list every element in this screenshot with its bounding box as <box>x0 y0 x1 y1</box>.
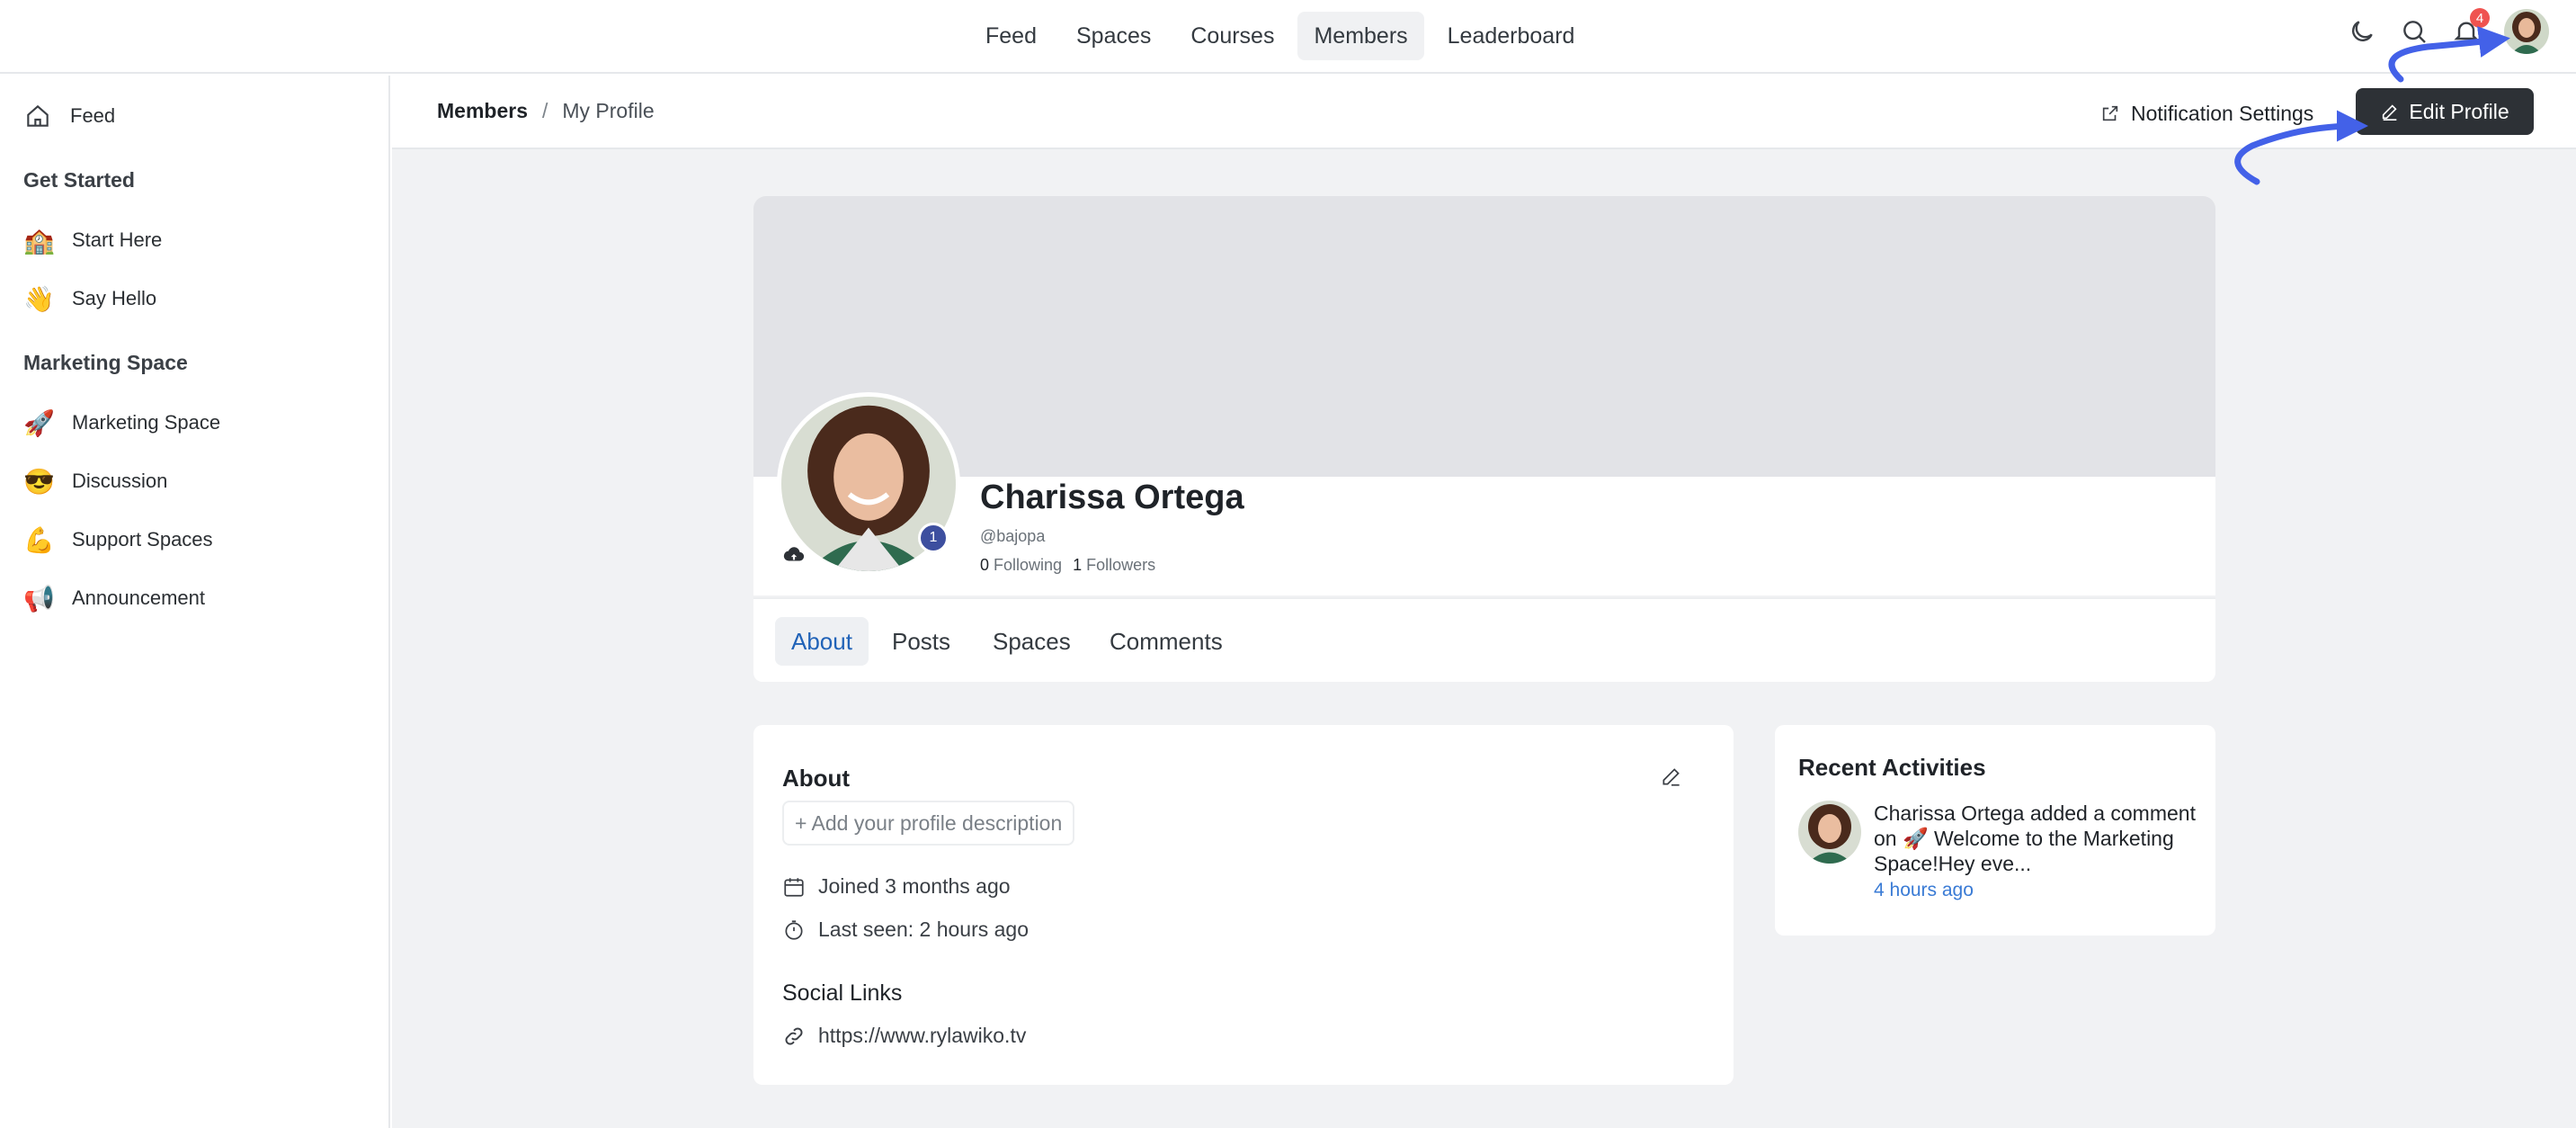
about-title: About <box>782 765 851 792</box>
edit-profile-button[interactable]: Edit Profile <box>2356 88 2534 135</box>
activity-text: Charissa Ortega added a comment on 🚀 Wel… <box>1874 801 2197 876</box>
followers-label: Followers <box>1086 556 1156 574</box>
edit-about-pencil-icon[interactable] <box>1660 765 1683 788</box>
breadcrumb: Members / My Profile <box>437 99 655 123</box>
topnav-leaderboard[interactable]: Leaderboard <box>1431 12 1591 60</box>
main-content: Members / My Profile Notification Settin… <box>392 76 2576 1128</box>
last-seen-text: Last seen: 2 hours ago <box>818 918 1029 941</box>
sidebar-item-label: Feed <box>70 104 116 127</box>
avatar-image <box>2504 9 2549 54</box>
search-icon[interactable] <box>2400 17 2429 46</box>
top-bar: Feed Spaces Courses Members Leaderboard … <box>0 0 2576 74</box>
flexed-biceps-emoji-icon: 💪 <box>23 525 55 554</box>
profile-stats: 0 Following 1 Followers <box>980 556 1155 575</box>
top-icons: 4 <box>2348 8 2549 54</box>
megaphone-emoji-icon: 📢 <box>23 584 55 613</box>
sunglasses-emoji-icon: 😎 <box>23 467 55 496</box>
activity-avatar-image <box>1798 801 1861 864</box>
tab-spaces[interactable]: Spaces <box>976 617 1087 666</box>
tab-comments[interactable]: Comments <box>1093 617 1239 666</box>
about-card: About + Add your profile description Joi… <box>753 725 1734 1085</box>
sidebar-item-label: Marketing Space <box>72 411 221 434</box>
joined-row: Joined 3 months ago <box>782 874 1011 899</box>
sidebar-item-label: Discussion <box>72 470 168 492</box>
edit-profile-label: Edit Profile <box>2409 99 2509 123</box>
cloud-upload-icon[interactable] <box>782 543 806 567</box>
activity-actor[interactable]: Charissa Ortega <box>1874 801 2024 825</box>
breadcrumb-separator: / <box>541 99 548 122</box>
moon-icon[interactable] <box>2348 17 2376 46</box>
topnav-courses[interactable]: Courses <box>1174 12 1290 60</box>
sidebar-item-announcement[interactable]: 📢 Announcement <box>23 578 205 618</box>
tab-about[interactable]: About <box>775 617 869 666</box>
social-link-row: https://www.rylawiko.tv <box>782 1024 1026 1048</box>
topnav-feed[interactable]: Feed <box>969 12 1053 60</box>
sidebar-item-label: Start Here <box>72 228 163 251</box>
activity-time[interactable]: 4 hours ago <box>1874 880 1974 901</box>
profile-cover <box>753 196 2215 477</box>
avatar-level-badge: 1 <box>918 523 949 553</box>
home-icon <box>27 104 49 127</box>
sidebar-item-label: Announcement <box>72 586 205 609</box>
topnav-members[interactable]: Members <box>1297 12 1424 60</box>
activity-avatar[interactable] <box>1798 801 1861 864</box>
pencil-icon <box>2383 104 2397 121</box>
topnav-spaces[interactable]: Spaces <box>1060 12 1167 60</box>
external-link-icon <box>2102 105 2118 121</box>
profile-tabs: About Posts Spaces Comments <box>753 597 2215 682</box>
breadcrumb-current: My Profile <box>562 99 655 122</box>
add-profile-description-button[interactable]: + Add your profile description <box>782 801 1075 846</box>
last-seen-row: Last seen: 2 hours ago <box>782 918 1029 942</box>
activity-target-link[interactable]: 🚀 Welcome to the Marketing Space!Hey eve… <box>1874 827 2174 875</box>
profile-info <box>753 477 2215 595</box>
followers-count: 1 <box>1073 556 1083 574</box>
notification-count-badge: 4 <box>2470 8 2490 28</box>
stopwatch-icon <box>785 919 803 940</box>
sidebar-item-label: Support Spaces <box>72 528 213 551</box>
rocket-emoji-icon: 🚀 <box>23 408 55 437</box>
sidebar: Feed Get Started 🏫 Start Here 👋 Say Hell… <box>0 76 390 1128</box>
sidebar-item-support-spaces[interactable]: 💪 Support Spaces <box>23 520 213 560</box>
sidebar-item-say-hello[interactable]: 👋 Say Hello <box>23 279 156 318</box>
sidebar-item-start-here[interactable]: 🏫 Start Here <box>23 220 162 260</box>
top-nav: Feed Spaces Courses Members Leaderboard <box>969 12 1591 60</box>
profile-handle: @bajopa <box>980 527 1046 545</box>
sidebar-item-discussion[interactable]: 😎 Discussion <box>23 461 167 501</box>
bell-icon[interactable]: 4 <box>2452 8 2490 46</box>
notification-settings-button[interactable]: Notification Settings <box>2100 95 2313 131</box>
social-link[interactable]: https://www.rylawiko.tv <box>818 1024 1026 1048</box>
social-links-title: Social Links <box>782 980 903 1006</box>
sidebar-heading-get-started: Get Started <box>23 168 135 192</box>
waving-hand-emoji-icon: 👋 <box>23 284 55 313</box>
sub-header: Members / My Profile Notification Settin… <box>392 76 2576 149</box>
breadcrumb-members-link[interactable]: Members <box>437 99 528 123</box>
sidebar-item-feed[interactable]: Feed <box>23 96 115 136</box>
tab-posts[interactable]: Posts <box>876 617 967 666</box>
sidebar-item-label: Say Hello <box>72 287 157 309</box>
school-emoji-icon: 🏫 <box>23 226 55 255</box>
notification-settings-label: Notification Settings <box>2131 101 2314 125</box>
joined-text: Joined 3 months ago <box>818 874 1011 898</box>
user-avatar-menu[interactable] <box>2504 9 2549 54</box>
sidebar-heading-marketing-space: Marketing Space <box>23 351 188 374</box>
recent-activities-card: Recent Activities Charissa Ortega added … <box>1775 725 2215 936</box>
followers-stat[interactable]: 1 Followers <box>1073 556 1155 575</box>
recent-activities-title: Recent Activities <box>1798 754 1986 781</box>
link-icon <box>785 1027 803 1044</box>
following-stat[interactable]: 0 Following <box>980 556 1062 575</box>
following-label: Following <box>994 556 1063 574</box>
profile-name: Charissa Ortega <box>980 479 1244 516</box>
following-count: 0 <box>980 556 990 574</box>
sidebar-item-marketing-space[interactable]: 🚀 Marketing Space <box>23 403 220 443</box>
calendar-icon <box>784 877 804 897</box>
